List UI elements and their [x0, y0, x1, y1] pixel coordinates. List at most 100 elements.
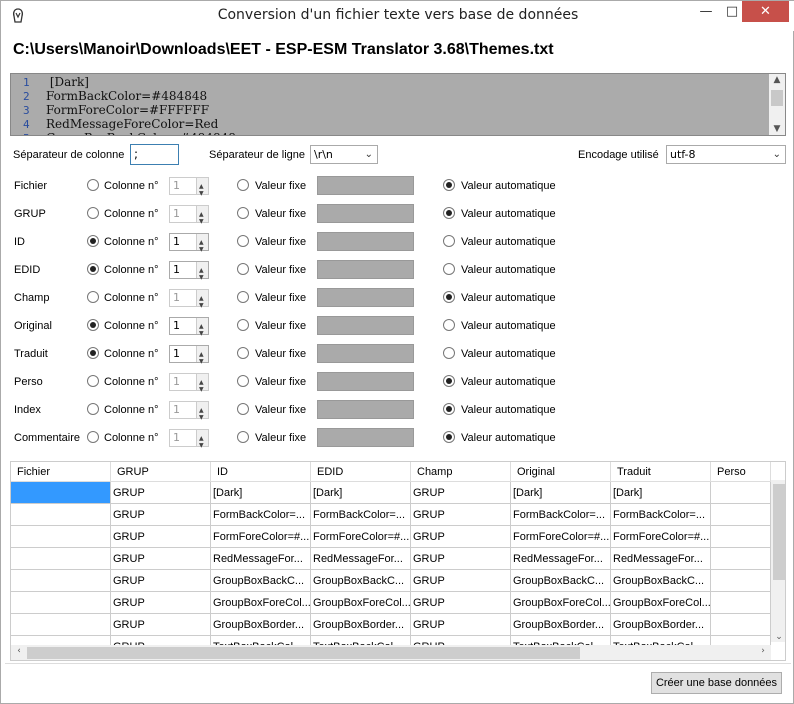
auto-value-radio[interactable] — [443, 375, 455, 387]
stepper-buttons[interactable]: ▲ ▼ — [196, 206, 208, 225]
stepper-down-icon[interactable]: ▼ — [199, 410, 204, 426]
stepper-buttons[interactable]: ▲ ▼ — [196, 290, 208, 309]
preview-grid[interactable]: Fichier GRUP ID EDID Champ Original Traduit Per… — [10, 461, 786, 661]
stepper-down-icon[interactable]: ▼ — [199, 298, 204, 314]
table-cell[interactable]: FormForeColor=#... — [311, 526, 411, 548]
fixed-value-radio[interactable] — [237, 291, 249, 303]
fixed-value-radio[interactable] — [237, 319, 249, 331]
table-cell[interactable]: GRUP — [111, 592, 211, 614]
column-radio[interactable] — [87, 403, 99, 415]
column-number-stepper[interactable]: 1 ▲ ▼ — [169, 401, 209, 421]
table-cell[interactable] — [711, 482, 771, 504]
scroll-right-icon[interactable]: › — [755, 646, 771, 656]
fixed-value-radio[interactable] — [237, 375, 249, 387]
fixed-value-input[interactable] — [317, 400, 414, 419]
encoding-select[interactable]: utf-8 ⌄ — [666, 145, 786, 164]
column-number-stepper[interactable]: 1 ▲ ▼ — [169, 233, 209, 253]
fixed-value-input[interactable] — [317, 176, 414, 195]
close-button[interactable]: ✕ — [742, 1, 789, 22]
table-cell[interactable]: FormBackColor=... — [511, 504, 611, 526]
fixed-value-radio[interactable] — [237, 431, 249, 443]
column-radio[interactable] — [87, 179, 99, 191]
stepper-buttons[interactable]: ▲ ▼ — [196, 374, 208, 393]
grid-vertical-scrollbar[interactable]: ⌄ — [771, 480, 785, 642]
scroll-down-icon[interactable]: ⌄ — [771, 632, 785, 642]
auto-value-radio[interactable] — [443, 235, 455, 247]
text-preview-editor[interactable]: 1 [Dark] 2 FormBackColor=#484848 3 FormForeC… — [10, 73, 786, 136]
table-cell[interactable]: FormForeColor=#... — [211, 526, 311, 548]
fixed-value-input[interactable] — [317, 288, 414, 307]
table-cell[interactable] — [711, 504, 771, 526]
table-cell[interactable] — [711, 526, 771, 548]
table-cell[interactable]: GroupBoxForeCol... — [611, 592, 711, 614]
stepper-down-icon[interactable]: ▼ — [199, 186, 204, 202]
table-cell[interactable]: GRUP — [411, 592, 511, 614]
fixed-value-radio[interactable] — [237, 235, 249, 247]
stepper-buttons[interactable]: ▲ ▼ — [196, 402, 208, 421]
stepper-down-icon[interactable]: ▼ — [199, 354, 204, 370]
fixed-value-input[interactable] — [317, 204, 414, 223]
fixed-value-input[interactable] — [317, 428, 414, 447]
table-cell[interactable]: GRUP — [411, 570, 511, 592]
create-database-button[interactable]: Créer une base données — [651, 672, 782, 694]
auto-value-radio[interactable] — [443, 347, 455, 359]
auto-value-radio[interactable] — [443, 263, 455, 275]
table-row[interactable]: GRUP GroupBoxForeCol... GroupBoxForeCol...… — [11, 592, 771, 614]
column-number-stepper[interactable]: 1 ▲ ▼ — [169, 429, 209, 449]
column-radio[interactable] — [87, 347, 99, 359]
table-row[interactable]: GRUP [Dark] [Dark] GRUP [Dark] [Dark] — [11, 482, 771, 504]
table-cell[interactable]: GRUP — [411, 526, 511, 548]
table-cell[interactable]: GroupBoxBackC... — [611, 570, 711, 592]
table-cell[interactable] — [711, 592, 771, 614]
stepper-buttons[interactable]: ▲ ▼ — [196, 346, 208, 365]
table-cell[interactable]: GroupBoxBorder... — [511, 614, 611, 636]
fixed-value-radio[interactable] — [237, 263, 249, 275]
scroll-up-icon[interactable]: ▲ — [769, 75, 785, 85]
table-cell[interactable]: GroupBoxForeCol... — [211, 592, 311, 614]
table-cell[interactable]: GroupBoxForeCol... — [511, 592, 611, 614]
auto-value-radio[interactable] — [443, 403, 455, 415]
grid-horizontal-scrollbar[interactable]: ‹ › — [11, 645, 771, 660]
table-row[interactable]: GRUP FormBackColor=... FormBackColor=... GR… — [11, 504, 771, 526]
column-separator-input[interactable]: ; — [130, 144, 179, 165]
table-cell[interactable]: [Dark] — [211, 482, 311, 504]
stepper-down-icon[interactable]: ▼ — [199, 242, 204, 258]
table-row[interactable]: GRUP FormForeColor=#... FormForeColor=#...… — [11, 526, 771, 548]
table-row[interactable]: GRUP GroupBoxBorder... GroupBoxBorder... GR… — [11, 614, 771, 636]
table-cell[interactable]: GroupBoxBorder... — [611, 614, 711, 636]
column-number-stepper[interactable]: 1 ▲ ▼ — [169, 317, 209, 337]
table-cell[interactable]: [Dark] — [511, 482, 611, 504]
auto-value-radio[interactable] — [443, 207, 455, 219]
table-cell[interactable]: FormForeColor=#... — [611, 526, 711, 548]
auto-value-radio[interactable] — [443, 179, 455, 191]
fixed-value-radio[interactable] — [237, 347, 249, 359]
table-cell[interactable] — [711, 570, 771, 592]
table-cell[interactable] — [11, 504, 111, 526]
stepper-down-icon[interactable]: ▼ — [199, 270, 204, 286]
table-cell[interactable]: GroupBoxBackC... — [511, 570, 611, 592]
fixed-value-radio[interactable] — [237, 403, 249, 415]
fixed-value-input[interactable] — [317, 372, 414, 391]
column-number-stepper[interactable]: 1 ▲ ▼ — [169, 205, 209, 225]
column-header[interactable]: EDID — [311, 462, 411, 482]
column-radio[interactable] — [87, 235, 99, 247]
table-cell[interactable] — [11, 548, 111, 570]
column-header[interactable]: ID — [211, 462, 311, 482]
table-row[interactable]: GRUP RedMessageFor... RedMessageFor... GRUP… — [11, 548, 771, 570]
table-cell[interactable]: GRUP — [111, 548, 211, 570]
table-cell[interactable]: GroupBoxBorder... — [311, 614, 411, 636]
stepper-buttons[interactable]: ▲ ▼ — [196, 318, 208, 337]
stepper-buttons[interactable]: ▲ ▼ — [196, 234, 208, 253]
column-radio[interactable] — [87, 431, 99, 443]
scroll-down-icon[interactable]: ▼ — [769, 124, 785, 134]
table-cell[interactable]: GRUP — [111, 526, 211, 548]
column-number-stepper[interactable]: 1 ▲ ▼ — [169, 177, 209, 197]
stepper-down-icon[interactable]: ▼ — [199, 438, 204, 454]
fixed-value-input[interactable] — [317, 344, 414, 363]
editor-scroll-thumb[interactable] — [771, 90, 783, 106]
table-cell[interactable]: GRUP — [411, 504, 511, 526]
table-cell[interactable]: FormBackColor=... — [611, 504, 711, 526]
auto-value-radio[interactable] — [443, 431, 455, 443]
column-radio[interactable] — [87, 319, 99, 331]
table-cell[interactable] — [711, 614, 771, 636]
